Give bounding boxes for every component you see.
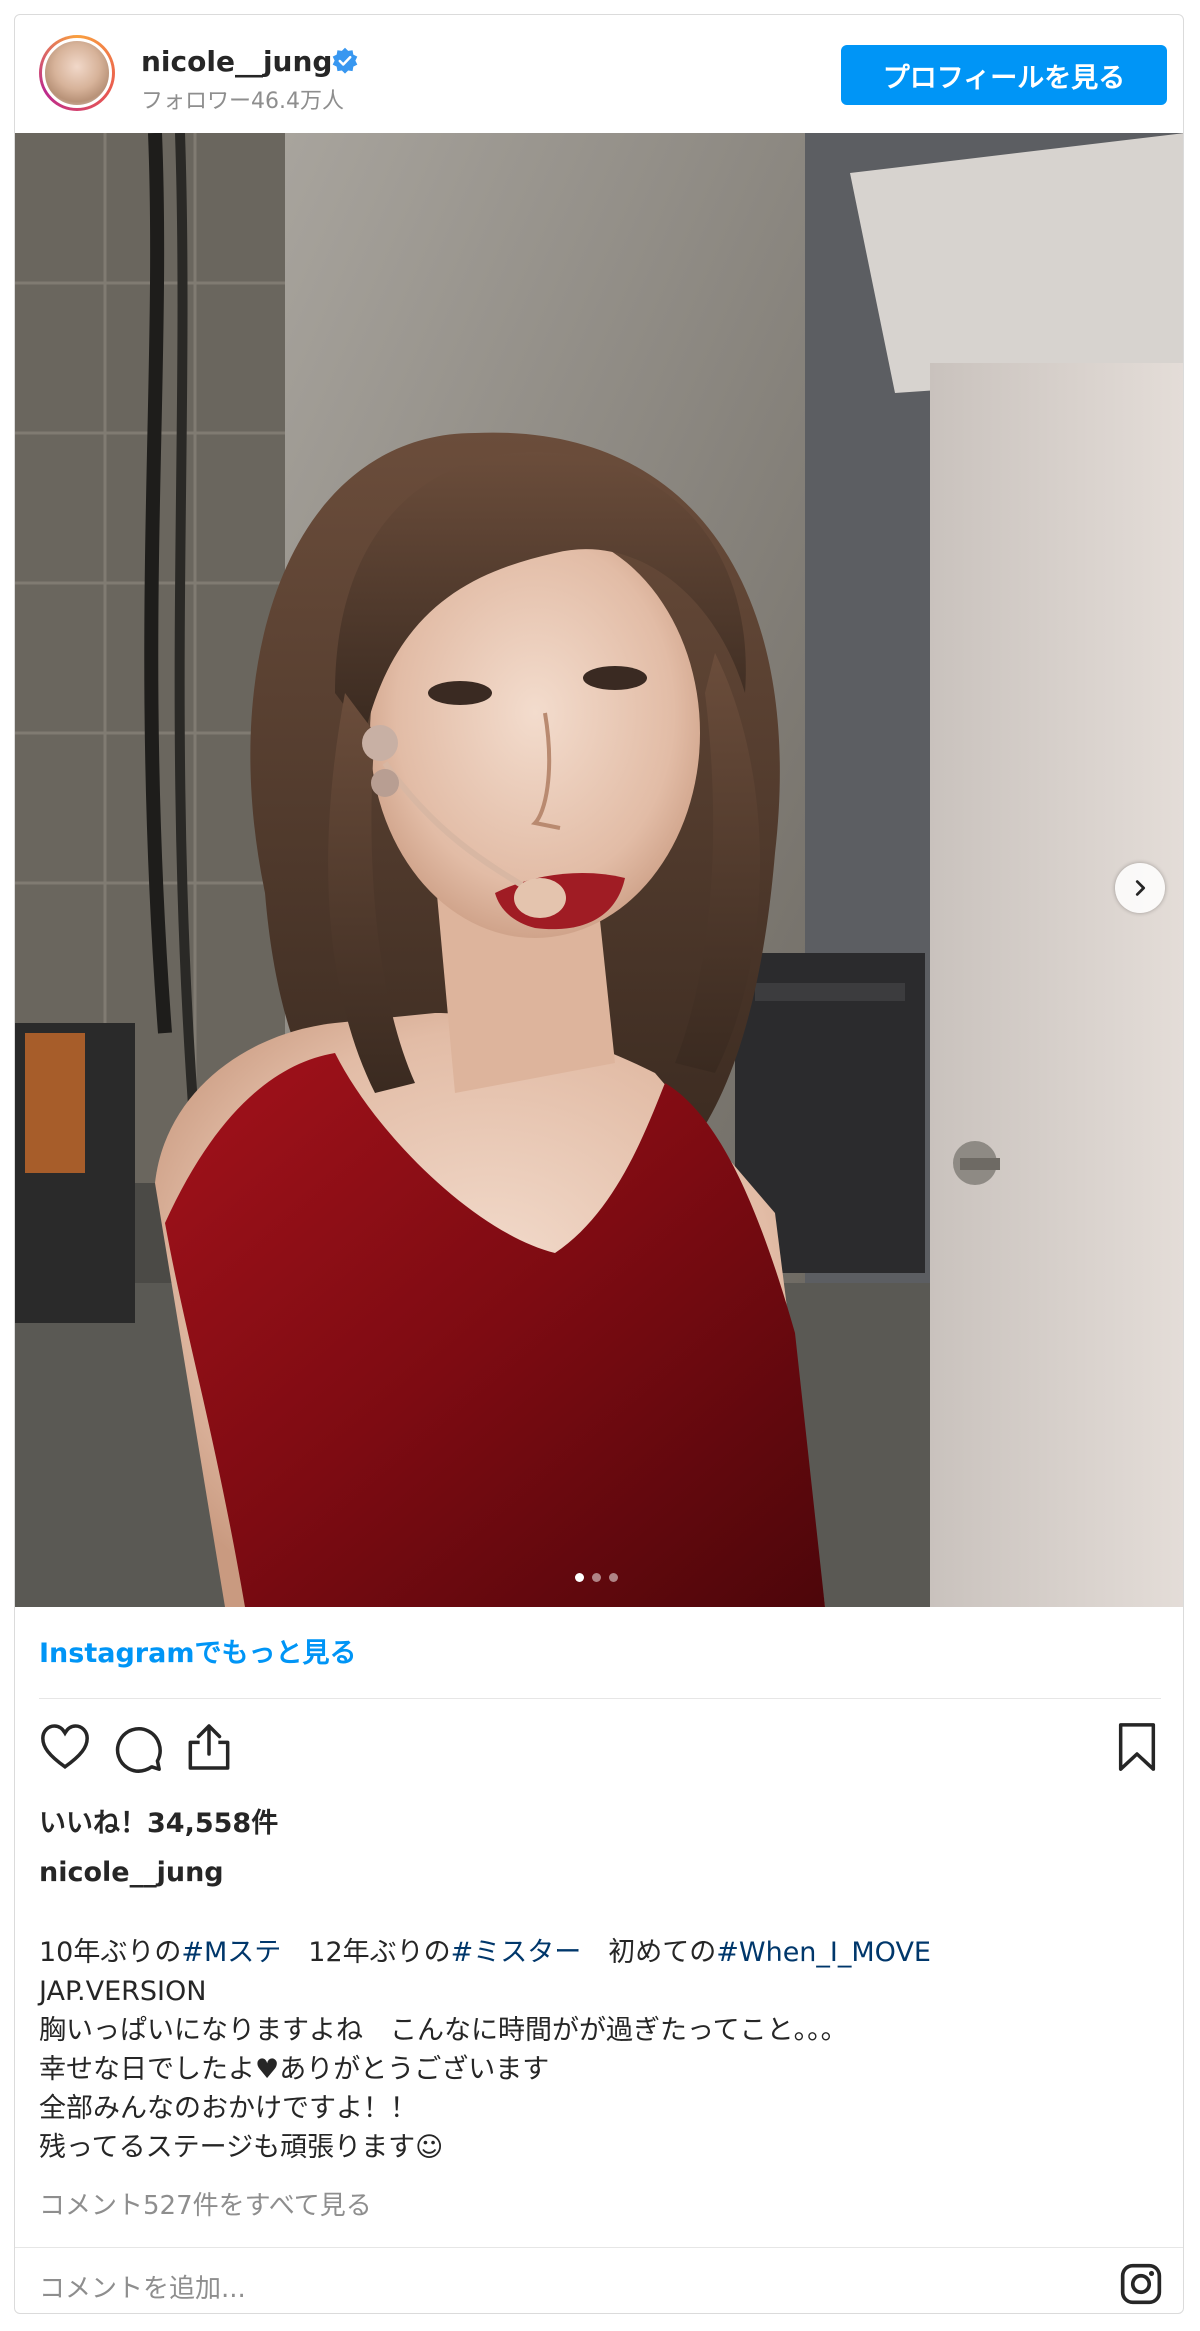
carousel-indicator	[575, 1573, 618, 1582]
caption-line: 10年ぶりの#Mステ 12年ぶりの#ミスター 初めての#When_I_MOVE	[39, 1933, 1159, 1972]
carousel-dot	[575, 1573, 584, 1582]
caption-line: 全部みんなのおかけですよ！！	[39, 2093, 417, 2124]
heart-icon[interactable]	[37, 1719, 93, 1775]
caption-text: 初めての	[581, 1937, 717, 1968]
view-more-on-instagram-link[interactable]: Instagramでもっと見る	[39, 1631, 356, 1670]
hashtag-link[interactable]: #When_I_MOVE	[716, 1937, 931, 1968]
share-icon[interactable]	[181, 1719, 237, 1775]
caption-username[interactable]: nicole__jung	[39, 1857, 224, 1888]
post-photo-illustration	[15, 133, 1183, 1607]
comment-icon[interactable]	[109, 1719, 165, 1775]
post-header: nicole__jung フォロワー46.4万人 プロフィールを見る	[15, 15, 1183, 133]
instagram-logo-icon[interactable]	[1119, 2262, 1163, 2306]
action-bar	[15, 1719, 1183, 1779]
chevron-right-icon	[1135, 880, 1146, 896]
hashtag-link[interactable]: #ミスター	[451, 1937, 582, 1968]
like-count[interactable]: いいね！34,558件	[39, 1801, 278, 1840]
carousel-dot	[592, 1573, 601, 1582]
bookmark-icon[interactable]	[1109, 1719, 1165, 1775]
avatar[interactable]	[39, 35, 115, 111]
verified-badge-icon	[332, 47, 358, 74]
caption-text: 12年ぶりの	[281, 1937, 451, 1968]
avatar-image	[42, 38, 112, 108]
caption-line: 幸せな日でしたよ♥ありがとうございます	[39, 2054, 550, 2085]
divider	[39, 1698, 1161, 1699]
username[interactable]: nicole__jung	[141, 45, 332, 78]
instagram-embed-card: nicole__jung フォロワー46.4万人 プロフィールを見る Insta…	[14, 14, 1184, 2314]
caption-line: 胸いっぱいになりますよね こんなに時間がが過ぎたってこと。。。	[39, 2015, 848, 2046]
view-profile-button[interactable]: プロフィールを見る	[841, 45, 1167, 105]
caption-line: 残ってるステージも頑張ります☺	[39, 2132, 444, 2163]
next-slide-button[interactable]	[1115, 863, 1165, 913]
hashtag-link[interactable]: #Mステ	[181, 1937, 281, 1968]
caption-line: JAP.VERSION	[39, 1976, 207, 2007]
post-caption: 10年ぶりの#Mステ 12年ぶりの#ミスター 初めての#When_I_MOVE …	[39, 1933, 1159, 2167]
comment-bar: コメントを追加...	[15, 2247, 1183, 2313]
post-photo[interactable]	[15, 133, 1183, 1607]
follower-count: フォロワー46.4万人	[141, 89, 344, 114]
comment-input[interactable]: コメントを追加...	[39, 2268, 246, 2305]
view-all-comments-link[interactable]: コメント527件をすべて見る	[39, 2185, 372, 2222]
carousel-dot	[609, 1573, 618, 1582]
caption-text: 10年ぶりの	[39, 1937, 182, 1968]
